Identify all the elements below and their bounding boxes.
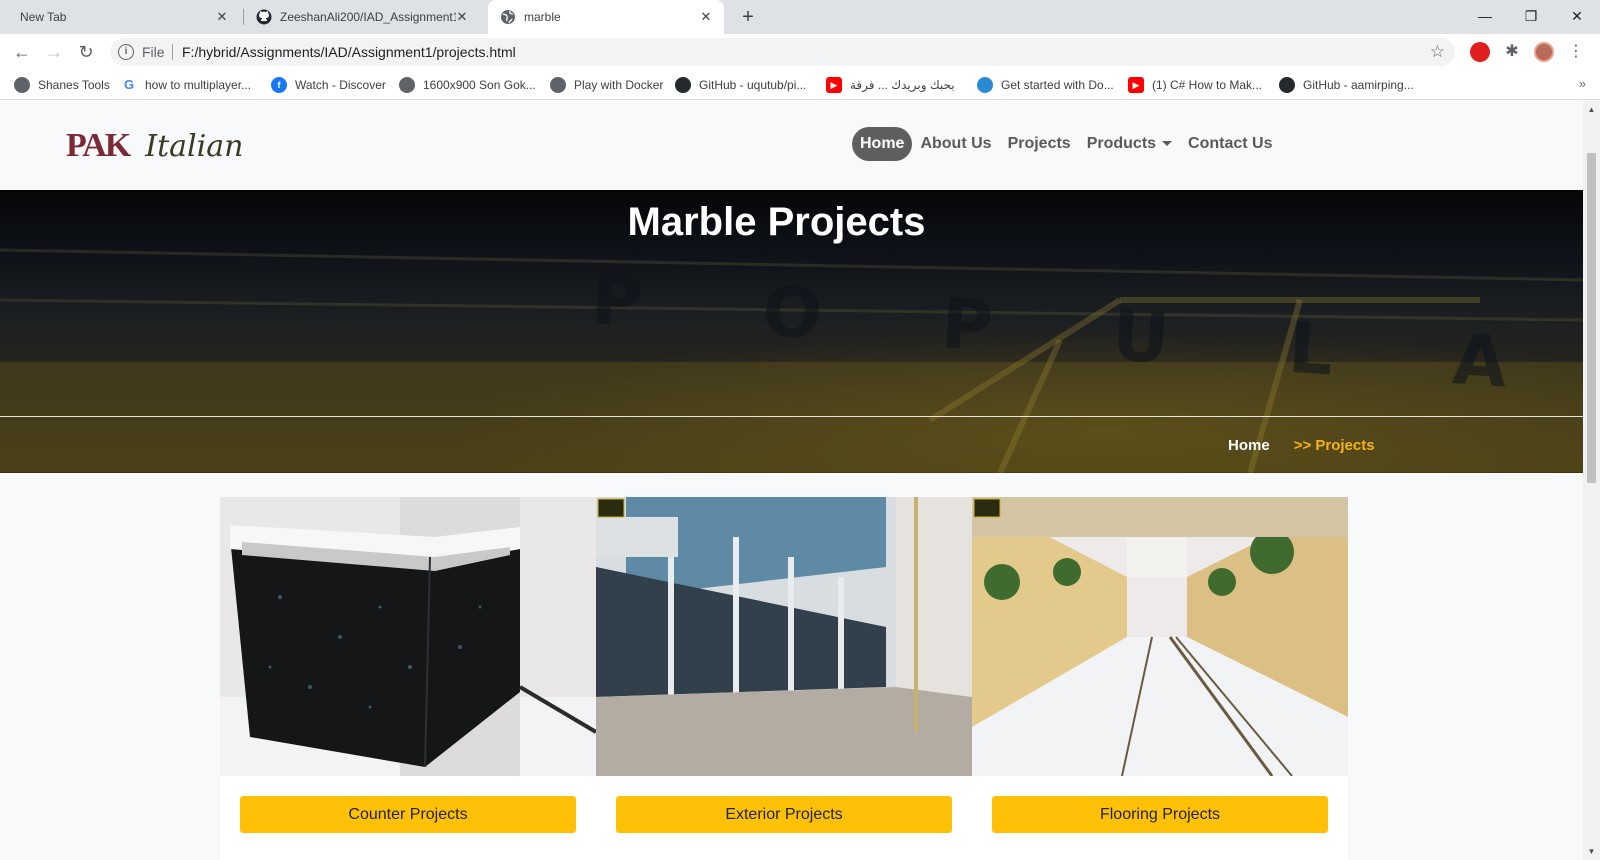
caret-down-icon <box>1162 141 1173 147</box>
counter-projects-button[interactable]: Counter Projects <box>240 796 576 833</box>
bookmark-label: Play with Docker <box>574 78 664 92</box>
youtube-icon: ▶ <box>1128 77 1144 93</box>
bookmark-label: Shanes Tools <box>38 78 110 92</box>
bookmark-label: GitHub - aamirping... <box>1303 78 1414 92</box>
page-viewport: PAK Italian Home About Us Projects Produ… <box>0 101 1583 860</box>
globe-icon <box>501 10 515 24</box>
nav-about-us[interactable]: About Us <box>912 127 999 161</box>
flooring-projects-button[interactable]: Flooring Projects <box>992 796 1328 833</box>
forward-icon[interactable]: → <box>42 40 66 64</box>
info-icon[interactable]: i <box>118 44 134 60</box>
minimize-icon[interactable]: — <box>1475 6 1495 26</box>
bookmarks-bar: Shanes Tools Ghow to multiplayer... f Wat… <box>0 70 1600 100</box>
bookmark-item[interactable]: Get started with Do... <box>977 76 1114 94</box>
facebook-icon: f <box>271 77 287 93</box>
tab-github[interactable]: ZeeshanAli200/IAD_Assignment1 ✕ <box>246 0 480 34</box>
puzzle-icon[interactable]: ✱ <box>1502 42 1522 62</box>
bookmark-label: GitHub - uqutub/pi... <box>699 78 807 92</box>
google-icon: G <box>121 77 137 93</box>
tab-strip: New Tab ✕ ZeeshanAli200/IAD_Assignment1 … <box>0 0 1600 34</box>
nav-products-dropdown[interactable]: Products <box>1079 127 1180 161</box>
menu-icon[interactable]: ⋮ <box>1566 42 1586 62</box>
close-icon[interactable]: ✕ <box>698 9 714 25</box>
watermark-logo <box>597 498 625 518</box>
window-close-icon[interactable]: ✕ <box>1567 6 1587 26</box>
exterior-projects-button[interactable]: Exterior Projects <box>616 796 952 833</box>
bookmark-label: 1600x900 Son Gok... <box>423 78 536 92</box>
breadcrumb-current: >> Projects <box>1293 437 1375 454</box>
omnibox-separator <box>172 44 173 60</box>
chevron-right-icon[interactable]: » <box>1579 76 1586 91</box>
counter-project-image <box>220 497 596 776</box>
bookmark-label: (1) C# How to Mak... <box>1152 78 1263 92</box>
bookmark-item[interactable]: Shanes Tools <box>14 76 110 94</box>
nav-contact-us[interactable]: Contact Us <box>1180 127 1280 161</box>
nav-projects[interactable]: Projects <box>1000 127 1079 161</box>
breadcrumb-home[interactable]: Home <box>1228 437 1270 454</box>
github-icon <box>1279 77 1295 93</box>
tab-marble[interactable]: marble ✕ <box>488 0 724 34</box>
back-icon[interactable]: ← <box>10 40 34 64</box>
bookmark-item[interactable]: ▶ بحبك وبريدك ... فرقة <box>826 76 955 94</box>
globe-icon <box>550 77 566 93</box>
tab-label: ZeeshanAli200/IAD_Assignment1 <box>280 10 456 24</box>
page-scrollbar[interactable]: ▲ ▼ <box>1583 101 1600 860</box>
hero-divider <box>0 416 1583 417</box>
bookmark-item[interactable]: f Watch - Discover <box>271 76 386 94</box>
bookmark-label: Get started with Do... <box>1001 78 1114 92</box>
restore-icon[interactable]: ❐ <box>1521 6 1541 26</box>
scroll-up-icon[interactable]: ▲ <box>1586 105 1597 114</box>
bookmark-item[interactable]: GitHub - aamirping... <box>1279 76 1414 94</box>
youtube-icon: ▶ <box>826 77 842 93</box>
hero-banner: POPULAR Marble Projects Home >> Projects <box>0 190 1583 473</box>
bookmark-item[interactable]: Ghow to multiplayer... <box>121 76 251 94</box>
reload-icon[interactable]: ↻ <box>74 40 98 64</box>
bookmark-label: how to multiplayer... <box>145 78 252 92</box>
browser-icon <box>977 77 993 93</box>
bookmark-item[interactable]: 1600x900 Son Gok... <box>399 76 536 94</box>
scrollbar-thumb[interactable] <box>1587 153 1596 483</box>
nav-menu: Home About Us Projects Products Contact … <box>852 127 1281 161</box>
site-navbar: PAK Italian Home About Us Projects Produ… <box>0 101 1583 190</box>
bookmark-item[interactable]: GitHub - uqutub/pi... <box>675 76 806 94</box>
tab-separator <box>243 9 244 25</box>
avatar[interactable] <box>1534 42 1554 62</box>
tab-label: marble <box>524 10 561 24</box>
github-icon <box>675 77 691 93</box>
bookmark-label: بحبك وبريدك ... فرقة <box>850 78 955 92</box>
logo-script: Italian <box>145 128 244 164</box>
globe-icon <box>14 77 30 93</box>
flooring-project-image <box>972 497 1348 776</box>
tab-label: New Tab <box>20 10 67 24</box>
scheme-label: File <box>142 44 165 60</box>
bookmark-item[interactable]: Play with Docker <box>550 76 663 94</box>
browser-toolbar: ← → ↻ i File F:/hybrid/Assignments/IAD/A… <box>0 34 1600 70</box>
tab-new-tab[interactable]: New Tab ✕ <box>8 0 240 34</box>
projects-grid: Counter Projects Exterior Projects Floor… <box>220 497 1348 860</box>
star-icon[interactable]: ☆ <box>1430 42 1445 62</box>
watermark-logo <box>973 498 1001 518</box>
bookmark-label: Watch - Discover <box>295 78 386 92</box>
close-icon[interactable]: ✕ <box>214 9 230 25</box>
exterior-project-image <box>596 497 972 776</box>
github-icon <box>256 9 272 25</box>
breadcrumb: Home >> Projects <box>1228 437 1375 454</box>
address-bar[interactable]: i File F:/hybrid/Assignments/IAD/Assignm… <box>110 38 1455 66</box>
bookmark-item[interactable]: ▶ (1) C# How to Mak... <box>1128 76 1262 94</box>
page-title: Marble Projects <box>627 200 926 244</box>
nav-home[interactable]: Home <box>852 127 913 161</box>
globe-icon <box>399 77 415 93</box>
new-tab-icon[interactable]: + <box>738 7 758 27</box>
nav-products-label: Products <box>1086 135 1157 152</box>
scroll-down-icon[interactable]: ▼ <box>1586 847 1597 856</box>
url-text[interactable]: F:/hybrid/Assignments/IAD/Assignment1/pr… <box>182 44 516 60</box>
close-icon[interactable]: ✕ <box>454 9 470 25</box>
opera-extension-icon[interactable] <box>1470 42 1490 62</box>
logo-brand: PAK <box>66 127 131 164</box>
site-logo[interactable]: PAK Italian <box>66 127 243 165</box>
